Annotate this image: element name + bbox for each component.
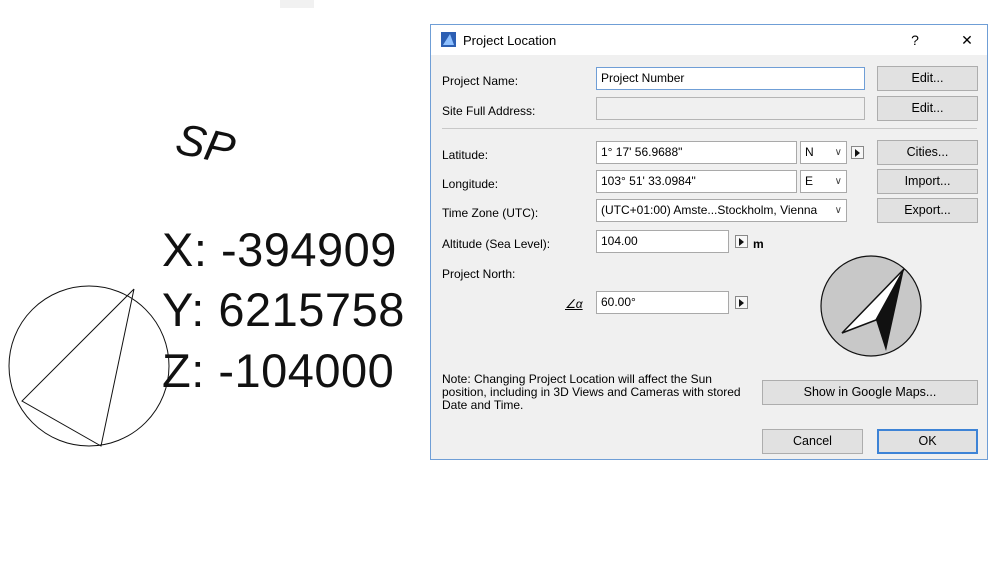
x-coordinate-text: X: -394909 bbox=[162, 223, 397, 276]
timezone-select[interactable]: (UTC+01:00) Amste...Stockholm, Vienna ∨ bbox=[596, 199, 847, 222]
sun-position-note: Note: Changing Project Location will aff… bbox=[442, 372, 741, 412]
project-name-input[interactable]: Project Number bbox=[596, 67, 865, 90]
longitude-input[interactable]: 103° 51' 33.0984" bbox=[596, 170, 797, 193]
latitude-direction-value: N bbox=[805, 145, 814, 159]
edit-project-name-button[interactable]: Edit... bbox=[877, 66, 978, 91]
latitude-input[interactable]: 1° 17' 56.9688" bbox=[596, 141, 797, 164]
timezone-label: Time Zone (UTC): bbox=[442, 206, 539, 220]
canvas-mark bbox=[280, 0, 314, 8]
north-arrow-icon[interactable] bbox=[735, 296, 748, 309]
project-north-input[interactable]: 60.00° bbox=[596, 291, 729, 314]
latitude-arrow-icon[interactable] bbox=[851, 146, 864, 159]
chevron-down-icon: ∨ bbox=[834, 176, 842, 187]
dialog-title: Project Location bbox=[463, 33, 557, 48]
archicad-app-icon bbox=[441, 32, 456, 47]
latitude-label: Latitude: bbox=[442, 148, 489, 162]
angle-alpha-icon: ∠α bbox=[565, 297, 583, 311]
y-coordinate-text: Y: 6215758 bbox=[162, 283, 405, 336]
site-address-input[interactable] bbox=[596, 97, 865, 120]
longitude-direction-value: E bbox=[805, 174, 814, 188]
project-name-label: Project Name: bbox=[442, 74, 519, 88]
altitude-label: Altitude (Sea Level): bbox=[442, 237, 551, 251]
show-in-google-maps-button[interactable]: Show in Google Maps... bbox=[762, 380, 978, 405]
project-location-dialog: Project Location ? ✕ Project Name: Proje… bbox=[430, 24, 988, 460]
altitude-unit: m bbox=[753, 237, 764, 251]
altitude-input[interactable]: 104.00 bbox=[596, 230, 729, 253]
latitude-direction-select[interactable]: N ∨ bbox=[800, 141, 847, 164]
section-divider bbox=[442, 128, 977, 129]
project-north-label: Project North: bbox=[442, 267, 516, 281]
timezone-value: (UTC+01:00) Amste...Stockholm, Vienna bbox=[601, 203, 818, 217]
cancel-button[interactable]: Cancel bbox=[762, 429, 863, 454]
longitude-label: Longitude: bbox=[442, 177, 499, 191]
longitude-direction-select[interactable]: E ∨ bbox=[800, 170, 847, 193]
help-button[interactable]: ? bbox=[901, 29, 929, 51]
altitude-arrow-icon[interactable] bbox=[735, 235, 748, 248]
import-button[interactable]: Import... bbox=[877, 169, 978, 194]
cities-button[interactable]: Cities... bbox=[877, 140, 978, 165]
chevron-down-icon: ∨ bbox=[834, 205, 842, 216]
edit-site-address-button[interactable]: Edit... bbox=[877, 96, 978, 121]
dialog-titlebar[interactable]: Project Location ? ✕ bbox=[431, 25, 987, 55]
survey-point-symbol bbox=[8, 285, 170, 447]
export-button[interactable]: Export... bbox=[877, 198, 978, 223]
z-coordinate-text: Z: -104000 bbox=[162, 344, 395, 397]
north-compass-icon[interactable] bbox=[818, 253, 924, 359]
chevron-down-icon: ∨ bbox=[834, 147, 842, 158]
close-button[interactable]: ✕ bbox=[953, 29, 981, 51]
survey-point-label: SP bbox=[171, 114, 240, 175]
site-address-label: Site Full Address: bbox=[442, 104, 536, 118]
ok-button[interactable]: OK bbox=[877, 429, 978, 454]
